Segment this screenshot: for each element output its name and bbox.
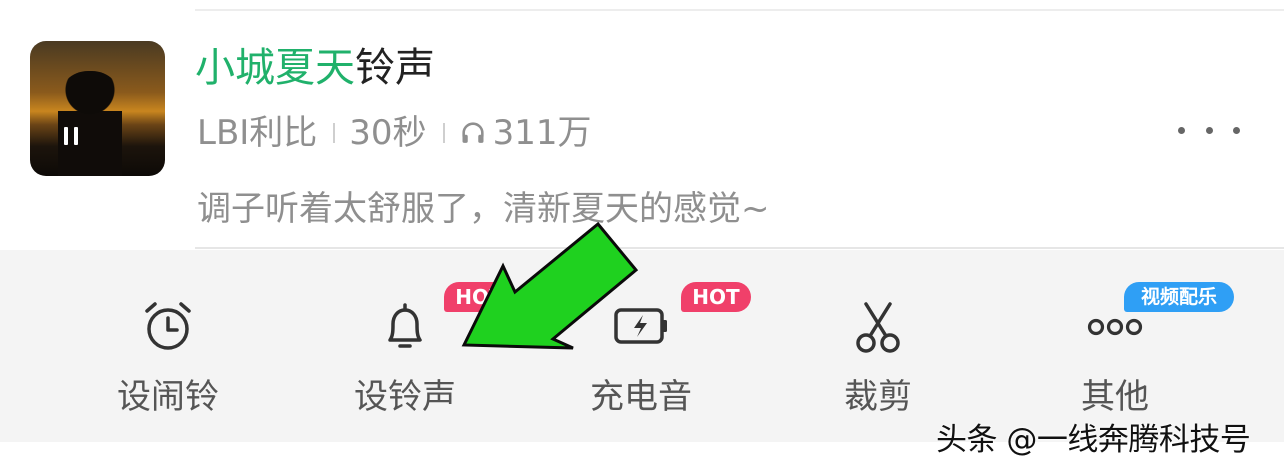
top-divider (195, 9, 1284, 11)
song-title[interactable]: 小城夏天铃声 (195, 40, 435, 96)
set-alarm-button[interactable]: 设闹铃 (93, 250, 243, 442)
set-ringtone-label: 设铃声 (354, 377, 456, 417)
headphone-icon (461, 122, 484, 143)
play-count: 311万 (492, 113, 592, 153)
meta-separator (442, 123, 445, 143)
set-ringtone-button[interactable]: 设铃声 (330, 250, 480, 442)
dot-icon (1178, 126, 1185, 134)
other-label: 其他 (1081, 377, 1149, 417)
hot-badge-charging: HOT (681, 282, 751, 312)
song-cover-thumbnail[interactable] (30, 41, 165, 176)
more-options-button[interactable] (1178, 115, 1240, 145)
video-music-badge: 视频配乐 (1124, 282, 1234, 312)
cover-silhouette (58, 71, 122, 176)
bottom-divider (195, 247, 1284, 249)
charging-sound-button[interactable]: 充电音 (566, 250, 716, 442)
song-meta: LBI利比 30秒 311万 (197, 108, 591, 158)
trim-label: 裁剪 (844, 377, 912, 417)
watermark-text: 头条 @一线奔腾科技号 (936, 422, 1251, 458)
charging-sound-label: 充电音 (590, 377, 692, 417)
bell-icon (388, 303, 422, 348)
alarm-clock-icon (145, 302, 191, 350)
meta-separator (333, 123, 336, 143)
trim-button[interactable]: 裁剪 (803, 250, 953, 442)
other-button[interactable]: 其他 (1040, 250, 1190, 442)
dot-icon (1233, 126, 1240, 134)
artist-name[interactable]: LBI利比 (197, 108, 317, 158)
set-alarm-label: 设闹铃 (117, 377, 219, 417)
song-description: 调子听着太舒服了，清新夏天的感觉~ (197, 189, 770, 229)
song-title-highlight: 小城夏天 (195, 45, 355, 91)
hot-badge-ringtone: HOT (444, 282, 514, 312)
battery-charging-icon (614, 308, 667, 344)
scissors-icon (856, 302, 900, 353)
pause-icon[interactable] (60, 127, 82, 145)
song-title-rest: 铃声 (355, 45, 435, 91)
dot-icon (1205, 126, 1213, 134)
action-bar: 设闹铃 设铃声 充电音 裁剪 其他 (0, 250, 1284, 442)
song-duration: 30秒 (349, 113, 427, 153)
